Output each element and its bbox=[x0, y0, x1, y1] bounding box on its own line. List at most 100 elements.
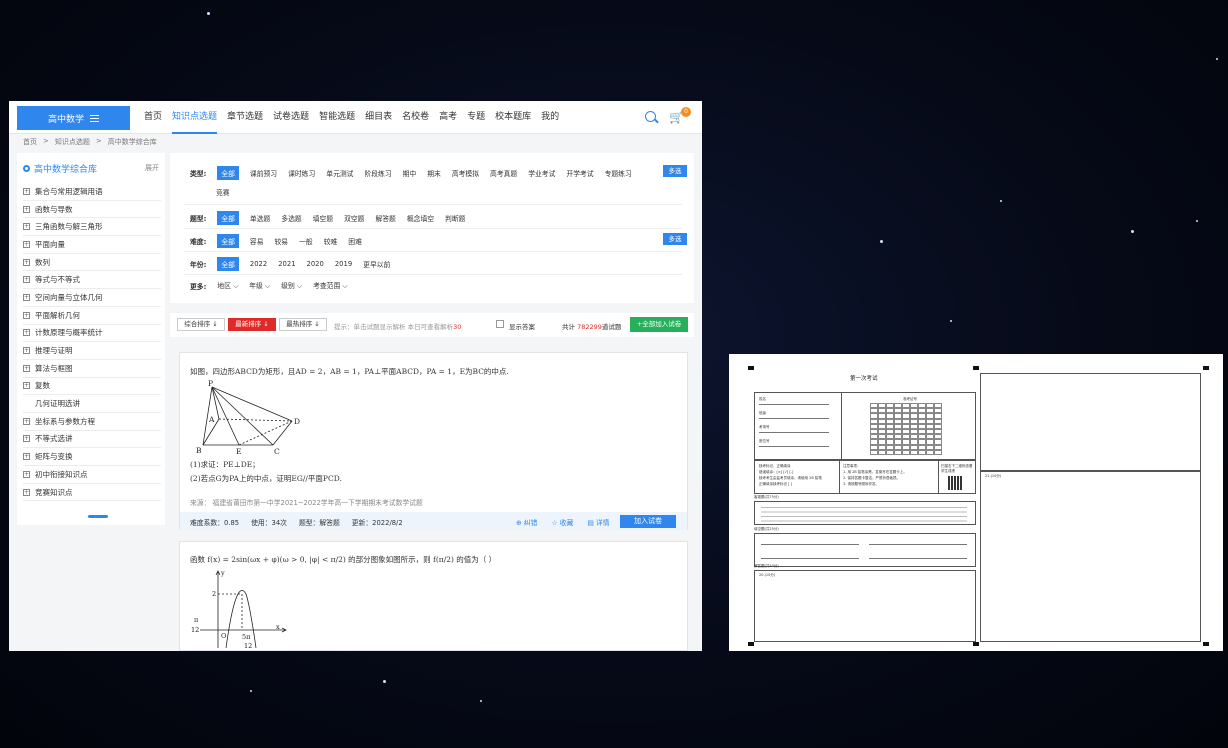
difficulty-multi-select-button[interactable]: 多选 bbox=[663, 233, 687, 245]
nav-school-bank[interactable]: 校本题库 bbox=[495, 101, 531, 134]
expand-plus-icon[interactable]: + bbox=[23, 293, 30, 301]
filter-option[interactable]: 专题练习 bbox=[605, 168, 632, 178]
expand-plus-icon[interactable]: + bbox=[23, 240, 30, 248]
filter-option[interactable]: 竞赛 bbox=[216, 187, 230, 197]
sidebar-item[interactable]: + 竞赛知识点 bbox=[23, 484, 161, 502]
filter-option[interactable]: 全部 bbox=[217, 257, 239, 271]
filter-option[interactable]: 容易 bbox=[250, 236, 264, 246]
sidebar-item[interactable]: 几何证明选讲 bbox=[23, 395, 161, 413]
nav-gaokao[interactable]: 高考 bbox=[439, 101, 457, 134]
exam-id-bubble[interactable] bbox=[926, 449, 934, 455]
exam-id-bubble[interactable] bbox=[878, 449, 886, 455]
nav-mine[interactable]: 我的 bbox=[541, 101, 559, 134]
expand-plus-icon[interactable]: + bbox=[23, 470, 30, 478]
sidebar-item[interactable]: + 空间向量与立体几何 bbox=[23, 289, 161, 307]
exam-id-bubble[interactable] bbox=[902, 449, 910, 455]
exam-id-bubble[interactable] bbox=[894, 449, 902, 455]
exam-id-bubble[interactable] bbox=[934, 449, 942, 455]
filter-option[interactable]: 单选题 bbox=[250, 213, 270, 223]
filter-option[interactable]: 较难 bbox=[324, 236, 338, 246]
filter-option[interactable]: 高考模拟 bbox=[452, 168, 479, 178]
filter-option[interactable]: 困难 bbox=[348, 236, 362, 246]
expand-plus-icon[interactable]: + bbox=[23, 488, 30, 496]
filter-option[interactable]: 级别 ⌵ bbox=[281, 280, 302, 291]
answer-box-right-top[interactable] bbox=[980, 373, 1201, 471]
sidebar-item[interactable]: + 坐标系与参数方程 bbox=[23, 413, 161, 431]
objective-answer-box[interactable] bbox=[754, 501, 976, 525]
filter-option[interactable]: 期中 bbox=[403, 168, 417, 178]
filter-option[interactable]: 概念填空 bbox=[407, 213, 434, 223]
sidebar-expand-button[interactable]: 展开 bbox=[145, 163, 159, 173]
favorite-button[interactable]: ☆ 收藏 bbox=[551, 517, 573, 527]
filter-option[interactable]: 判断题 bbox=[445, 213, 465, 223]
sidebar-item[interactable]: + 计数原理与概率统计 bbox=[23, 325, 161, 343]
expand-plus-icon[interactable]: + bbox=[23, 311, 30, 319]
add-to-paper-button[interactable]: 加入试卷 bbox=[620, 515, 676, 528]
sort-hottest-button[interactable]: 最热排序 ↓ bbox=[279, 318, 327, 331]
exam-id-grid[interactable] bbox=[870, 403, 942, 455]
filter-option[interactable]: 课前预习 bbox=[250, 168, 277, 178]
sidebar-item[interactable]: + 集合与常用逻辑用语 bbox=[23, 183, 161, 201]
filter-option[interactable]: 单元测试 bbox=[326, 168, 353, 178]
expand-plus-icon[interactable]: + bbox=[23, 205, 30, 213]
filter-option[interactable]: 2020 bbox=[307, 260, 324, 268]
sidebar-item[interactable]: + 平面向量 bbox=[23, 236, 161, 254]
filter-option[interactable]: 填空题 bbox=[313, 213, 333, 223]
sidebar-item[interactable]: + 不等式选讲 bbox=[23, 431, 161, 449]
sidebar-item[interactable]: + 平面解析几何 bbox=[23, 307, 161, 325]
details-button[interactable]: ▤ 详情 bbox=[587, 517, 609, 527]
filter-option[interactable]: 更早以前 bbox=[363, 259, 390, 269]
expand-plus-icon[interactable]: + bbox=[23, 417, 30, 425]
expand-plus-icon[interactable]: + bbox=[23, 258, 30, 266]
filter-option[interactable]: 高考真题 bbox=[490, 168, 517, 178]
nav-smart[interactable]: 智能选题 bbox=[319, 101, 355, 134]
sidebar-item[interactable]: + 初中衔接知识点 bbox=[23, 466, 161, 484]
filter-option[interactable]: 全部 bbox=[217, 234, 239, 248]
answer-box-q20[interactable]: 20.(10分) bbox=[754, 570, 976, 642]
filter-option[interactable]: 2022 bbox=[250, 260, 267, 268]
type-multi-select-button[interactable]: 多选 bbox=[663, 165, 687, 177]
nav-chapter[interactable]: 章节选题 bbox=[227, 101, 263, 134]
filter-option[interactable]: 学业考试 bbox=[528, 168, 555, 178]
sidebar-scrollbar[interactable] bbox=[88, 515, 108, 518]
filter-option[interactable]: 2021 bbox=[278, 260, 295, 268]
nav-paper[interactable]: 试卷选题 bbox=[273, 101, 309, 134]
exam-id-bubble[interactable] bbox=[870, 449, 878, 455]
question-card[interactable]: 函数 f(x) = 2sin(ωx + φ)(ω > 0, |φ| < π/2)… bbox=[179, 541, 688, 651]
answer-box-q21[interactable]: 21.(10分) bbox=[980, 471, 1201, 642]
filter-option[interactable]: 考查范围 ⌵ bbox=[313, 280, 348, 291]
nav-knowledge-point[interactable]: 知识点选题 bbox=[172, 101, 218, 134]
nav-topic[interactable]: 专题 bbox=[467, 101, 485, 134]
filter-option[interactable]: 较易 bbox=[275, 236, 289, 246]
sidebar-item[interactable]: + 矩阵与变换 bbox=[23, 448, 161, 466]
sidebar-item[interactable]: + 三角函数与解三角形 bbox=[23, 218, 161, 237]
sidebar-item[interactable]: + 函数与导数 bbox=[23, 201, 161, 219]
exam-id-bubble[interactable] bbox=[886, 449, 894, 455]
sidebar-item[interactable]: + 等式与不等式 bbox=[23, 271, 161, 290]
filter-option[interactable]: 课时练习 bbox=[288, 168, 315, 178]
fill-blank-box[interactable] bbox=[754, 533, 976, 567]
sidebar-title[interactable]: 高中数学综合库 bbox=[23, 162, 97, 175]
exam-id-bubble[interactable] bbox=[910, 449, 918, 455]
filter-option[interactable]: 全部 bbox=[217, 211, 239, 225]
breadcrumb-home[interactable]: 首页 bbox=[23, 137, 37, 147]
filter-option[interactable]: 多选题 bbox=[281, 213, 301, 223]
expand-plus-icon[interactable]: + bbox=[23, 382, 30, 390]
filter-option[interactable]: 双空题 bbox=[344, 213, 364, 223]
expand-plus-icon[interactable]: + bbox=[23, 187, 30, 195]
filter-option[interactable]: 期末 bbox=[427, 168, 441, 178]
filter-option[interactable]: 开学考试 bbox=[566, 168, 593, 178]
filter-option[interactable]: 年级 ⌵ bbox=[249, 280, 270, 291]
sidebar-item[interactable]: + 推理与证明 bbox=[23, 342, 161, 360]
nav-famous-school[interactable]: 名校卷 bbox=[402, 101, 429, 134]
subject-selector-button[interactable]: 高中数学 bbox=[17, 106, 130, 130]
expand-plus-icon[interactable]: + bbox=[23, 364, 30, 372]
filter-option[interactable]: 全部 bbox=[217, 166, 239, 180]
breadcrumb-knowledge[interactable]: 知识点选题 bbox=[55, 137, 90, 147]
add-all-to-paper-button[interactable]: +全部加入试卷 bbox=[630, 317, 688, 332]
question-card[interactable]: 如图，四边形ABCD为矩形，且AD = 2，AB = 1，PA⊥平面ABCD，P… bbox=[179, 352, 688, 530]
sort-comprehensive-button[interactable]: 综合排序 ↓ bbox=[177, 318, 225, 331]
filter-option[interactable]: 2019 bbox=[335, 260, 352, 268]
expand-plus-icon[interactable]: + bbox=[23, 276, 30, 284]
bubble-rows[interactable] bbox=[761, 505, 967, 523]
